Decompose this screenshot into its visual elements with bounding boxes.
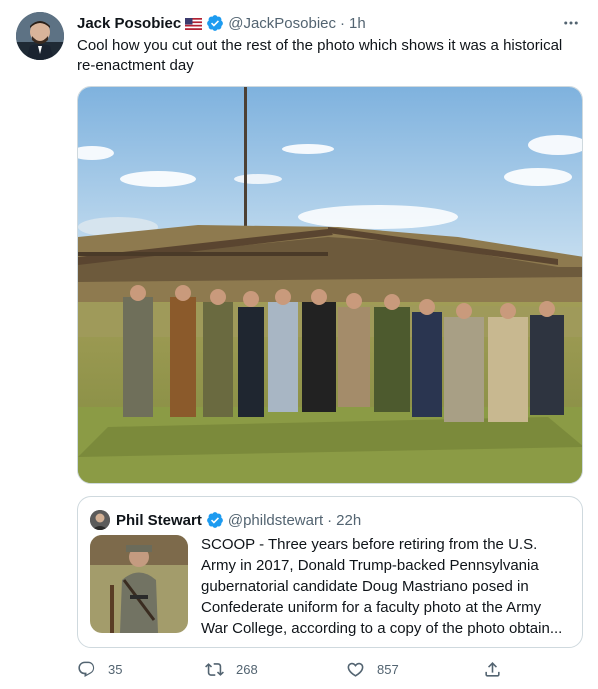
quoted-tweet-header: Phil Stewart @phildstewart · 22h (116, 509, 361, 531)
verified-badge-icon (206, 511, 224, 529)
retweet-icon (205, 662, 224, 676)
quoted-author-handle[interactable]: @phildstewart (228, 512, 323, 529)
quoted-tweet[interactable]: Phil Stewart @phildstewart · 22h SCOOP -… (77, 496, 583, 648)
reply-count: 35 (108, 661, 123, 677)
retweet-button[interactable]: 268 (205, 657, 258, 681)
tweet-time[interactable]: 1h (349, 15, 366, 32)
reply-icon (78, 661, 95, 677)
author-name[interactable]: Jack Posobiec (77, 15, 181, 32)
quoted-tweet-time[interactable]: 22h (336, 512, 361, 529)
quoted-tweet-text: SCOOP - Three years before retiring from… (201, 534, 573, 639)
tweet-photo[interactable] (77, 86, 583, 484)
verified-badge-icon (206, 14, 224, 32)
author-handle[interactable]: @JackPosobiec (228, 15, 336, 32)
quoted-text-line: Army in 2017, Donald Trump-backed Pennsy… (201, 557, 539, 574)
tweet-header: Jack Posobiec @JackPosobiec · 1h (77, 12, 582, 34)
quoted-text-line: Confederate uniform for a faculty photo … (201, 599, 542, 616)
tweet-text: Cool how you cut out the rest of the pho… (77, 37, 563, 74)
share-button[interactable] (483, 657, 502, 681)
quoted-text-line: SCOOP - Three years before retiring from… (201, 536, 538, 553)
like-button[interactable]: 857 (346, 657, 399, 681)
quoted-tweet-thumbnail[interactable] (90, 535, 188, 633)
us-flag-icon (185, 17, 203, 30)
quoted-text-line: gubernatorial candidate Doug Mastriano p… (201, 578, 529, 595)
heart-icon (347, 662, 364, 677)
tweet[interactable]: Jack Posobiec @JackPosobiec · 1h Cool ho… (0, 0, 598, 689)
author-avatar[interactable] (16, 12, 64, 60)
reply-button[interactable]: 35 (77, 657, 122, 681)
quoted-author-avatar[interactable] (90, 510, 110, 530)
retweet-count: 268 (236, 661, 258, 677)
quoted-author-name[interactable]: Phil Stewart (116, 512, 202, 529)
share-icon (485, 661, 500, 677)
more-options-icon[interactable] (560, 12, 582, 34)
like-count: 857 (377, 661, 399, 677)
separator-dot: · (340, 14, 346, 32)
separator-dot: · (327, 511, 333, 529)
quoted-text-line: War College, according to a copy of the … (201, 620, 563, 637)
tweet-actions: 35 268 857 (77, 657, 583, 681)
